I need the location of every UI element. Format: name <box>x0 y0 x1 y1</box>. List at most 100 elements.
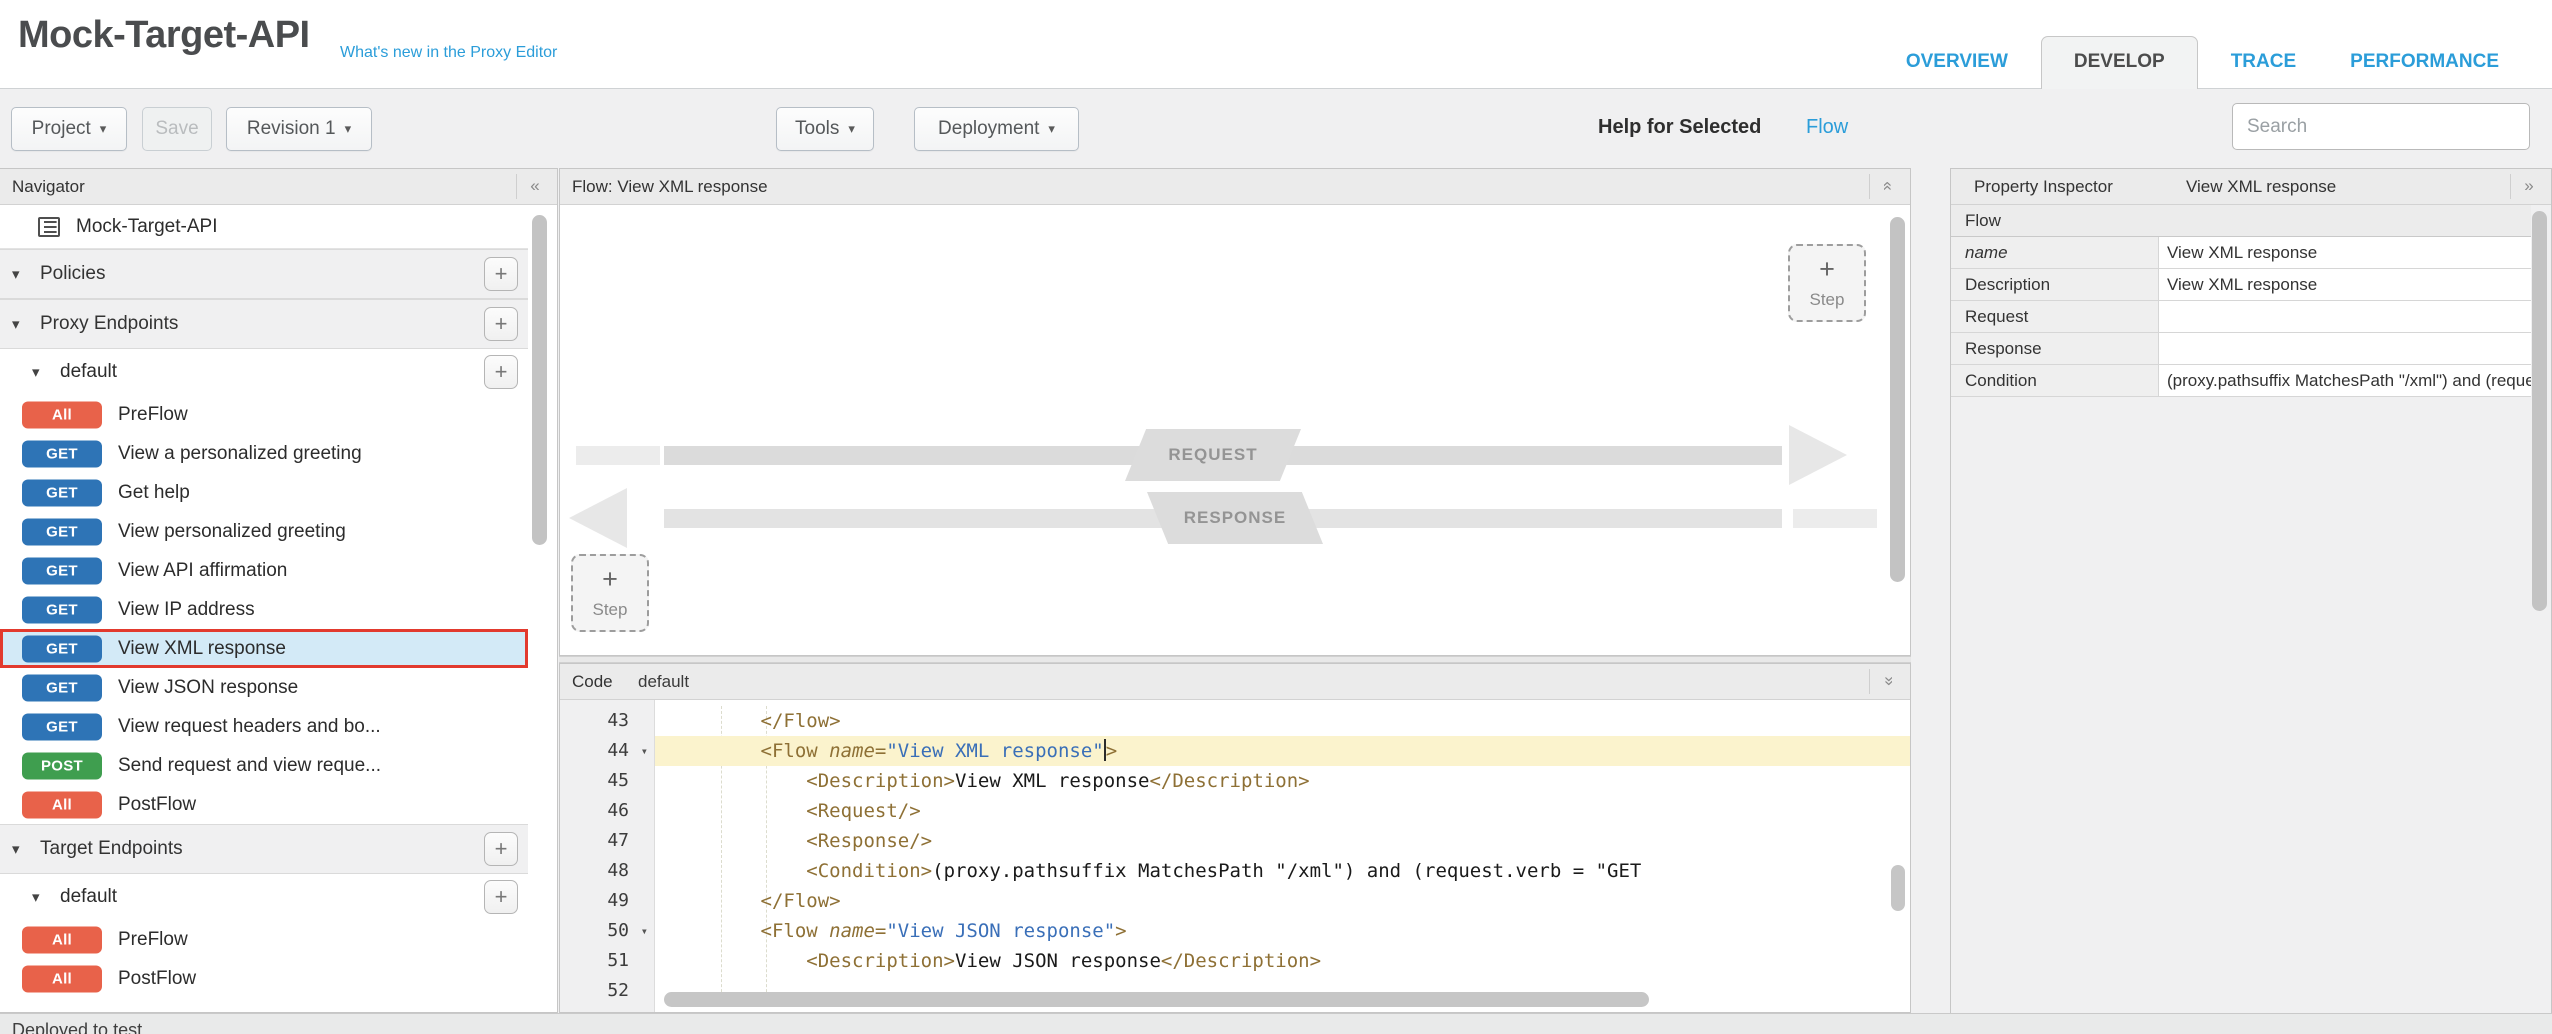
nav-item-postflow[interactable]: AllPostFlow <box>0 959 528 998</box>
plus-icon: + <box>602 566 618 593</box>
nav-item-view-ip-address[interactable]: GETView IP address <box>0 590 528 629</box>
property-value-field[interactable]: View XML response <box>2159 269 2531 300</box>
nav-item-send-request-and-view-reque[interactable]: POSTSend request and view reque... <box>0 746 528 785</box>
caret-down-icon[interactable]: ▾ <box>12 265 20 283</box>
collapse-up-icon[interactable]: « <box>1871 172 1905 200</box>
nav-item-get-help[interactable]: GETGet help <box>0 473 528 512</box>
nav-item-view-xml-response[interactable]: GETView XML response <box>0 629 528 668</box>
add-step-button[interactable]: + Step <box>1788 244 1866 322</box>
property-value-field[interactable]: (proxy.pathsuffix MatchesPath "/xml") an… <box>2159 365 2531 396</box>
line-number: 51 <box>607 946 629 976</box>
add-button[interactable]: + <box>484 257 518 291</box>
code-vertical-scrollbar-thumb[interactable] <box>1891 865 1905 911</box>
tools-menu-button[interactable]: Tools ▾ <box>776 107 874 151</box>
plus-icon: + <box>1819 256 1835 283</box>
nav-item-preflow[interactable]: AllPreFlow <box>0 395 528 434</box>
collapse-down-icon[interactable]: « <box>1871 667 1905 695</box>
scrollbar-thumb[interactable] <box>1890 217 1905 582</box>
tab-overview[interactable]: OVERVIEW <box>1879 51 2035 89</box>
nav-item-label: Mock-Target-API <box>76 216 217 238</box>
add-step-button[interactable]: + Step <box>571 554 649 632</box>
code-line-47[interactable]: 47 <Response/> <box>560 826 1910 856</box>
add-button[interactable]: + <box>484 880 518 914</box>
tab-develop[interactable]: DEVELOP <box>2041 36 2198 89</box>
nav-item-target-endpoints[interactable]: ▾Target Endpoints+ <box>0 824 528 874</box>
project-menu-button[interactable]: Project ▾ <box>11 107 127 151</box>
flow-diagram-canvas[interactable]: + Step REQUEST RESPONSE + Step <box>560 205 1910 655</box>
code-line-text: <Flow name="View JSON response"> <box>655 916 1910 946</box>
navigator-scrollbar[interactable] <box>532 211 548 1002</box>
tools-menu-label: Tools <box>795 118 839 140</box>
property-value-field[interactable]: View XML response <box>2159 237 2531 268</box>
inspector-row-request: Request <box>1951 301 2531 333</box>
nav-item-proxy-endpoints[interactable]: ▾Proxy Endpoints+ <box>0 299 528 349</box>
nav-item-label: View API affirmation <box>118 560 287 582</box>
collapse-panel-icon[interactable]: « <box>521 169 549 203</box>
line-gutter: 50▾ <box>560 916 655 946</box>
nav-item-view-personalized-greeting[interactable]: GETView personalized greeting <box>0 512 528 551</box>
code-line-43[interactable]: 43 </Flow> <box>560 706 1910 736</box>
nav-item-view-api-affirmation[interactable]: GETView API affirmation <box>0 551 528 590</box>
tab-performance[interactable]: PERFORMANCE <box>2323 51 2526 89</box>
code-line-50[interactable]: 50▾ <Flow name="View JSON response"> <box>560 916 1910 946</box>
nav-item-view-json-response[interactable]: GETView JSON response <box>0 668 528 707</box>
code-editor[interactable]: 43 </Flow>44▾ <Flow name="View XML respo… <box>560 700 1910 1012</box>
nav-item-mock-target-api[interactable]: Mock-Target-API <box>0 205 528 249</box>
property-value-field[interactable] <box>2159 301 2531 332</box>
code-line-51[interactable]: 51 <Description>View JSON response</Desc… <box>560 946 1910 976</box>
add-button[interactable]: + <box>484 832 518 866</box>
nav-item-default[interactable]: ▾default+ <box>0 349 528 395</box>
request-flow-label: REQUEST <box>1125 429 1301 481</box>
chevron-down-icon: ▾ <box>848 121 855 137</box>
scrollbar-thumb[interactable] <box>2532 211 2547 611</box>
caret-down-icon[interactable]: ▾ <box>32 888 40 906</box>
method-badge: All <box>22 401 102 428</box>
nav-item-view-a-personalized-greeting[interactable]: GETView a personalized greeting <box>0 434 528 473</box>
code-line-48[interactable]: 48 <Condition>(proxy.pathsuffix MatchesP… <box>560 856 1910 886</box>
caret-down-icon[interactable]: ▾ <box>12 840 20 858</box>
line-gutter: 47 <box>560 826 655 856</box>
method-badge: GET <box>22 713 102 740</box>
code-horizontal-scrollbar-thumb[interactable] <box>664 992 1649 1007</box>
nav-item-view-request-headers-and-bo[interactable]: GET View request headers and bo... <box>0 707 528 746</box>
code-line-46[interactable]: 46 <Request/> <box>560 796 1910 826</box>
nav-item-label: View request headers and bo... <box>118 716 381 738</box>
caret-down-icon[interactable]: ▾ <box>12 315 20 333</box>
nav-item-postflow[interactable]: AllPostFlow <box>0 785 528 824</box>
search-input[interactable] <box>2232 103 2530 150</box>
help-flow-link[interactable]: Flow <box>1806 116 1848 139</box>
fold-toggle-icon[interactable]: ▾ <box>641 916 648 946</box>
nav-item-label: PostFlow <box>118 968 196 990</box>
revision-menu-button[interactable]: Revision 1 ▾ <box>226 107 372 151</box>
deployment-menu-button[interactable]: Deployment ▾ <box>914 107 1079 151</box>
inspector-scrollbar[interactable] <box>2532 209 2548 1003</box>
fold-toggle-icon[interactable]: ▾ <box>641 736 648 766</box>
nav-item-preflow[interactable]: AllPreFlow <box>0 920 528 959</box>
code-line-45[interactable]: 45 <Description>View XML response</Descr… <box>560 766 1910 796</box>
nav-item-policies[interactable]: ▾Policies+ <box>0 249 528 299</box>
panel-resize-handle[interactable] <box>559 656 1911 663</box>
chevron-down-icon: ▾ <box>100 121 107 137</box>
flow-scrollbar[interactable] <box>1890 213 1905 647</box>
line-gutter: 49 <box>560 886 655 916</box>
save-button[interactable]: Save <box>142 107 212 151</box>
line-number: 45 <box>607 766 629 796</box>
app-header: Mock-Target-API What's new in the Proxy … <box>0 0 2552 89</box>
line-gutter: 43 <box>560 706 655 736</box>
add-button[interactable]: + <box>484 307 518 341</box>
code-line-49[interactable]: 49 </Flow> <box>560 886 1910 916</box>
divider <box>1869 669 1870 694</box>
add-button[interactable]: + <box>484 355 518 389</box>
caret-down-icon[interactable]: ▾ <box>32 363 40 381</box>
tab-trace[interactable]: TRACE <box>2204 51 2323 89</box>
code-line-44[interactable]: 44▾ <Flow name="View XML response"> <box>560 736 1910 766</box>
nav-item-default[interactable]: ▾default+ <box>0 874 528 920</box>
navigator-tree: Mock-Target-API ▾Policies+▾Proxy Endpoint… <box>0 205 557 1012</box>
expand-panel-icon[interactable]: » <box>2515 169 2543 203</box>
property-value-field[interactable] <box>2159 333 2531 364</box>
scrollbar-thumb[interactable] <box>532 215 547 545</box>
method-badge: GET <box>22 440 102 467</box>
response-flow-stub <box>1793 509 1877 528</box>
whats-new-link[interactable]: What's new in the Proxy Editor <box>340 44 557 62</box>
line-gutter: 45 <box>560 766 655 796</box>
